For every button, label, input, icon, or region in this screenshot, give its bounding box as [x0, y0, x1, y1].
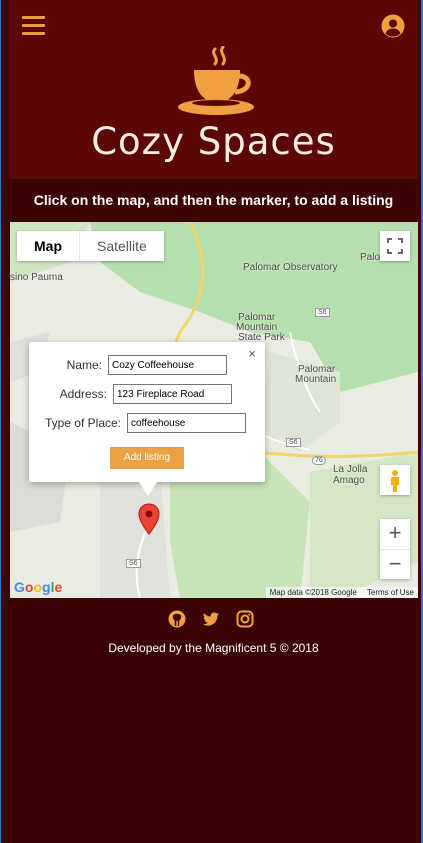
map-type-satellite-tab[interactable]: Satellite [79, 231, 164, 261]
address-label: Address: [59, 387, 107, 401]
map-label: La Jolla [333, 464, 368, 475]
instruction-text: Click on the map, and then the marker, t… [33, 192, 394, 208]
close-icon[interactable]: × [248, 346, 256, 361]
route-shield: 76 [312, 456, 326, 465]
menu-icon[interactable] [22, 16, 45, 36]
map-label: Mountain [295, 374, 337, 385]
map-label: Amago [333, 475, 365, 486]
map[interactable]: Palomar Observatory Palo Palomar Mountai… [10, 222, 418, 598]
user-icon[interactable] [381, 14, 405, 38]
add-listing-button[interactable]: Add listing [110, 447, 184, 469]
zoom-control: + − [380, 519, 410, 579]
pegman-icon [391, 470, 399, 492]
street-view-button[interactable] [380, 465, 410, 495]
google-logo[interactable]: Google [14, 579, 62, 595]
name-field[interactable] [108, 355, 227, 375]
name-label: Name: [66, 358, 102, 372]
add-listing-popup: × Name: Address: Type of Place: Add list… [29, 342, 265, 482]
twitter-icon[interactable] [202, 610, 220, 628]
app-container: Cozy Spaces Click on the map, and then t… [1, 0, 421, 843]
type-label: Type of Place: [44, 416, 121, 430]
route-shield: S6 [286, 438, 301, 447]
map-label: Palomar Observatory [243, 262, 338, 273]
map-type-map-tab[interactable]: Map [17, 231, 79, 261]
address-field[interactable] [113, 384, 232, 404]
instagram-icon[interactable] [236, 610, 254, 628]
terms-link[interactable]: Terms of Use [367, 588, 414, 597]
brand-title: Cozy Spaces [91, 120, 336, 163]
fullscreen-button[interactable] [380, 231, 410, 261]
footer-credit: Developed by the Magnificent 5 © 2018 [108, 641, 319, 655]
map-label: sino Pauma [10, 272, 63, 283]
map-attribution: Map data ©2018 Google Terms of Use [265, 587, 418, 598]
header: Cozy Spaces [9, 0, 418, 179]
social-links [1, 610, 421, 628]
coffee-cup-logo [178, 46, 254, 115]
zoom-out-button[interactable]: − [380, 550, 410, 580]
github-icon[interactable] [168, 610, 186, 628]
map-type-control: Map Satellite [17, 231, 164, 261]
map-label: Palo [360, 252, 381, 263]
route-shield: S6 [315, 308, 330, 317]
map-marker-icon[interactable] [138, 503, 160, 535]
fullscreen-icon [387, 238, 403, 254]
type-field[interactable] [127, 413, 246, 433]
map-data-credit: Map data ©2018 Google [269, 588, 357, 597]
route-shield: S6 [126, 559, 141, 568]
zoom-in-button[interactable]: + [380, 519, 410, 550]
popup-tail [139, 482, 157, 496]
